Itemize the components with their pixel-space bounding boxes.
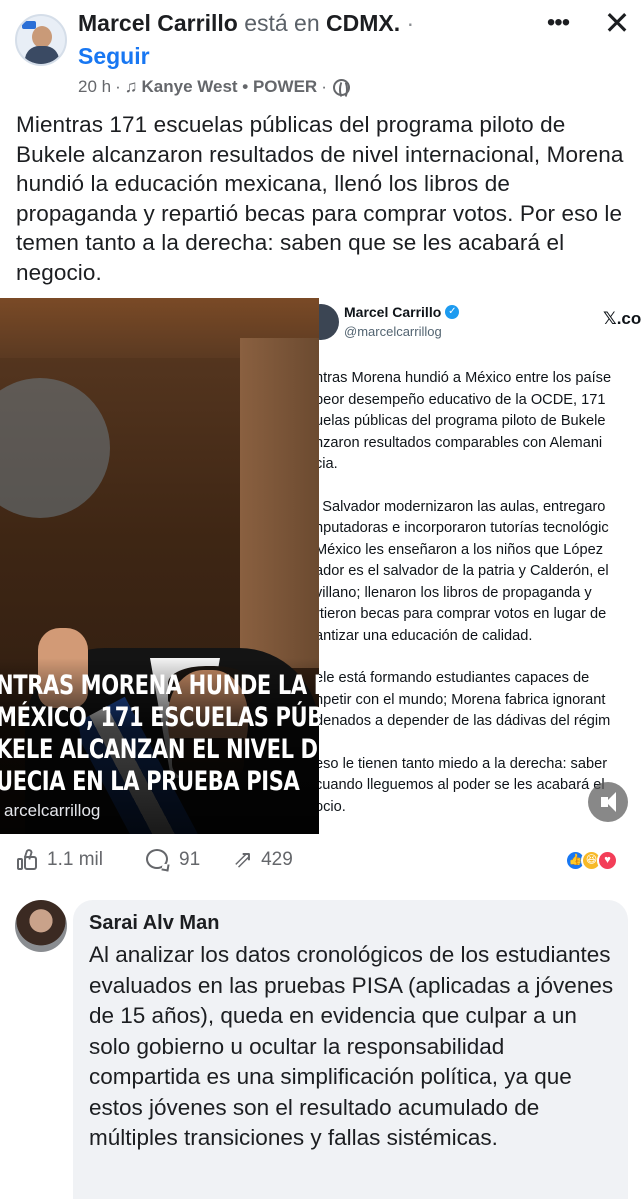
tweet-line: ntras Morena hundió a México entre los p… xyxy=(319,370,612,386)
avatar-face xyxy=(32,26,52,48)
more-options-button[interactable]: ••• xyxy=(543,8,573,38)
author-line: Marcel Carrillo está en CDMX. · xyxy=(78,10,414,37)
tweet-line: México les enseñaron a los niños que Lóp… xyxy=(319,541,604,558)
share-count: 429 xyxy=(261,849,293,870)
mute-icon[interactable] xyxy=(588,782,628,822)
tweet-line: ocio. xyxy=(319,798,346,815)
post-text: Mientras 171 escuelas públicas del progr… xyxy=(16,112,624,285)
tweet-line: peor desempeño educativo de la OCDE, 171 xyxy=(319,391,606,408)
tweet-line: nputadoras e incorporaron tutorías tecno… xyxy=(319,520,609,536)
thumbs-up-icon xyxy=(15,848,39,872)
location-prefix: está en xyxy=(244,10,320,36)
author-name[interactable]: Marcel Carrillo xyxy=(78,10,238,36)
tweet-line: uelas públicas del programa piloto de Bu… xyxy=(319,413,606,429)
comment-text: Al analizar los datos cronológicos de lo… xyxy=(89,942,614,1150)
headline-line: MÉXICO, 171 ESCUELAS PÚBLICAS D xyxy=(0,702,319,733)
tweet-paragraph: ntras Morena hundió a México entre los p… xyxy=(319,368,643,476)
avatar-badge xyxy=(22,21,36,29)
tweet-line: nzaron resultados comparables con Aleman… xyxy=(319,434,603,451)
comment-icon xyxy=(145,848,171,872)
song-name[interactable]: Kanye West • POWER xyxy=(142,77,318,97)
photo-column xyxy=(240,338,319,668)
meta-separator: · xyxy=(321,77,327,96)
tweet-line: cuando lleguemos al poder se les acabará… xyxy=(319,777,605,793)
like-button[interactable]: 1.1 mil xyxy=(15,848,103,872)
globe-icon xyxy=(332,78,350,99)
tweet-line: ador es el salvador de la patria y Calde… xyxy=(319,563,609,579)
photo-handle: arcelcarrillog xyxy=(4,801,101,820)
photo-panel: NTRAS MORENA HUNDE LA EDUCAC MÉXICO, 171… xyxy=(0,298,319,834)
location-name[interactable]: CDMX. xyxy=(326,10,400,36)
post-header: Marcel Carrillo está en CDMX. · Seguir 2… xyxy=(0,0,643,105)
tweet-line: cia. xyxy=(319,456,338,472)
tweet-paragraph: ele está formando estudiantes capaces de… xyxy=(319,668,643,733)
avatar-body xyxy=(25,46,59,64)
comment-button[interactable]: 91 xyxy=(145,848,200,872)
reaction-summary[interactable]: 👍 😆 ♥ xyxy=(565,850,625,874)
verified-icon: ✓ xyxy=(445,305,460,319)
tweet-handle: @marcelcarrillog xyxy=(344,324,442,339)
post-image[interactable]: NTRAS MORENA HUNDE LA EDUCAC MÉXICO, 171… xyxy=(0,298,643,834)
author-avatar[interactable] xyxy=(15,14,67,66)
tweet-line: denados a depender de las dádivas del ré… xyxy=(319,713,611,729)
love-reaction-icon: ♥ xyxy=(597,850,618,871)
close-button[interactable]: ✕ xyxy=(602,7,632,39)
follow-button[interactable]: Seguir xyxy=(78,43,150,70)
music-icon: ♫ xyxy=(124,77,138,96)
post-time[interactable]: 20 h xyxy=(78,77,111,97)
tweet-line: l Salvador modernizaron las aulas, entre… xyxy=(319,498,606,515)
like-count: 1.1 mil xyxy=(47,849,103,870)
meta-separator: · xyxy=(115,77,121,96)
tweet-author: Marcel Carrillo ✓ xyxy=(344,304,460,320)
share-button[interactable]: ⇗ 429 xyxy=(233,848,293,872)
photo-headline: NTRAS MORENA HUNDE LA EDUCAC MÉXICO, 171… xyxy=(0,670,319,798)
tweet-line: rtieron becas para comprar votos en luga… xyxy=(319,606,607,622)
tweet-line: villano; llenaron los libros de propagan… xyxy=(319,584,592,601)
tweet-avatar xyxy=(319,304,339,340)
headline-line: UECIA EN LA PRUEBA PISA xyxy=(0,766,300,797)
photo-seal xyxy=(0,378,110,518)
tweet-paragraph: l Salvador modernizaron las aulas, entre… xyxy=(319,497,643,648)
reactions-bar: 1.1 mil 91 ⇗ 429 👍 😆 ♥ xyxy=(0,840,643,886)
headline-line: KELE ALCANZAN EL NIVEL DE ALEMA xyxy=(0,734,319,765)
location-dot: · xyxy=(406,10,415,36)
tweet-body: ntras Morena hundió a México entre los p… xyxy=(319,368,643,834)
comment-count: 91 xyxy=(179,849,201,870)
tweet-line: antizar una educación de calidad. xyxy=(319,627,533,644)
post-meta: 20 h · ♫ Kanye West • POWER · xyxy=(78,77,350,99)
tweet-line: ele está formando estudiantes capaces de xyxy=(319,670,590,686)
share-icon: ⇗ xyxy=(233,846,254,873)
comment-author[interactable]: Sarai Alv Man xyxy=(89,912,219,935)
x-logo-icon: 𝕏.co xyxy=(603,309,642,328)
tweet-line: npetir con el mundo; Morena fabrica igno… xyxy=(319,691,606,708)
tweet-panel: Marcel Carrillo ✓ @marcelcarrillog 𝕏.co … xyxy=(319,298,643,834)
comment-bubble: Sarai Alv Man Al analizar los datos cron… xyxy=(73,900,628,1199)
commenter-avatar[interactable] xyxy=(15,900,67,952)
headline-line: NTRAS MORENA HUNDE LA EDUCAC xyxy=(0,670,319,701)
tweet-line: eso le tienen tanto miedo a la derecha: … xyxy=(319,755,608,772)
tweet-author-name: Marcel Carrillo xyxy=(344,304,442,320)
